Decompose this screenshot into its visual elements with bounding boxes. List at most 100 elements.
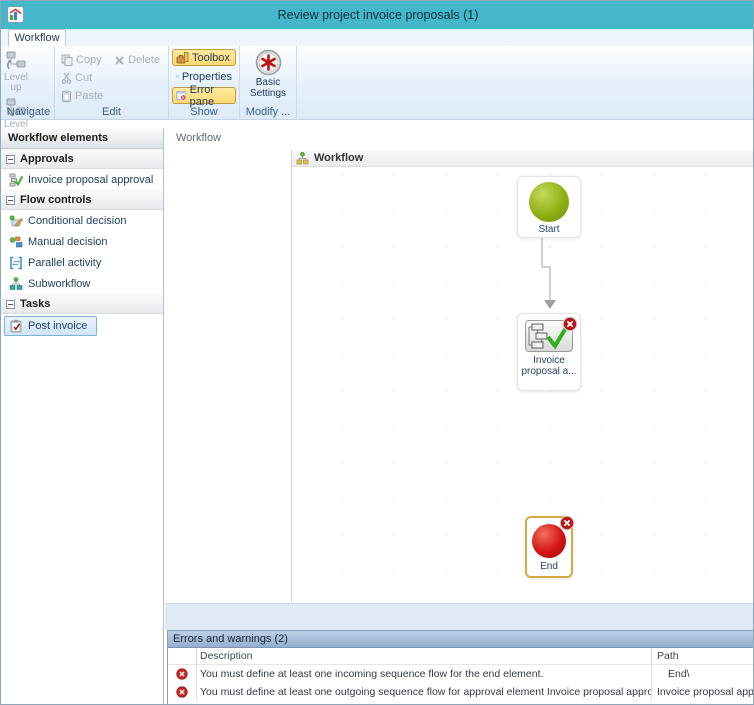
approval-icon xyxy=(9,173,23,187)
error-description: You must define at least one outgoing se… xyxy=(196,683,651,701)
subworkflow-icon xyxy=(9,277,23,291)
item-label: Invoice proposal approval xyxy=(28,174,153,186)
ribbon-tab-row: Workflow xyxy=(1,29,754,46)
error-pane-icon xyxy=(176,89,187,102)
workflow-canvas: Workflow Start xyxy=(291,150,754,602)
sidebar-item-parallel-activity[interactable]: Parallel activity xyxy=(1,252,163,273)
modify-group-label: Modify ... xyxy=(240,106,296,118)
errors-panel-header: Errors and warnings (2) xyxy=(168,631,754,648)
level-up-label: Level up xyxy=(4,73,28,93)
node-invoice-proposal-approval[interactable]: Invoice proposal a... xyxy=(517,313,581,391)
basic-settings-icon xyxy=(255,49,282,76)
error-row[interactable]: You must define at least one incoming se… xyxy=(168,665,754,683)
sidebar-item-subworkflow[interactable]: Subworkflow xyxy=(1,273,163,294)
canvas-body[interactable]: Start Invoice proposal a... xyxy=(292,167,754,601)
toolbox-button[interactable]: Toolbox xyxy=(172,49,236,66)
workflow-editor-window: Review project invoice proposals (1) Wor… xyxy=(0,0,754,705)
workflow-elements-header: Workflow elements xyxy=(1,128,163,149)
conditional-decision-icon xyxy=(9,214,23,228)
collapse-icon[interactable] xyxy=(6,300,15,309)
copy-label: Copy xyxy=(76,54,102,66)
node-end[interactable]: End xyxy=(525,516,573,578)
item-label: Parallel activity xyxy=(28,257,101,269)
description-column-header[interactable]: Description xyxy=(196,648,651,665)
start-label: Start xyxy=(518,224,580,235)
paste-label: Paste xyxy=(75,90,103,102)
window-title: Review project invoice proposals (1) xyxy=(1,1,754,29)
error-path: Invoice proposal appr xyxy=(651,683,754,701)
error-path: End\ xyxy=(651,665,754,683)
show-group-label: Show xyxy=(169,106,239,118)
basic-settings-button[interactable]: Basic Settings xyxy=(240,49,296,99)
section-tasks-label: Tasks xyxy=(20,294,50,314)
errors-table: Description Path You must define at leas… xyxy=(168,648,754,701)
ribbon-group-modify: Basic Settings Modify ... xyxy=(240,46,297,119)
cut-button[interactable]: Cut xyxy=(61,69,92,86)
start-circle xyxy=(529,182,569,222)
sidebar-item-conditional-decision[interactable]: Conditional decision xyxy=(1,210,163,231)
canvas-header: Workflow xyxy=(292,150,754,167)
manual-decision-icon xyxy=(9,235,23,249)
sidebar-item-invoice-proposal-approval[interactable]: Invoice proposal approval xyxy=(1,169,163,190)
ribbon-group-edit: Copy Delete Cut xyxy=(55,46,169,119)
section-tasks[interactable]: Tasks xyxy=(1,294,163,314)
section-approvals[interactable]: Approvals xyxy=(1,149,163,169)
section-flow-controls-label: Flow controls xyxy=(20,190,92,210)
item-label: Post invoice xyxy=(28,320,87,332)
error-row[interactable]: You must define at least one outgoing se… xyxy=(168,683,754,701)
section-flow-controls[interactable]: Flow controls xyxy=(1,190,163,210)
collapse-icon[interactable] xyxy=(6,155,15,164)
section-approvals-label: Approvals xyxy=(20,149,74,169)
workflow-elements-panel: Workflow elements Approvals Invoice prop… xyxy=(1,128,164,705)
error-pane-label: Error pane xyxy=(190,84,232,108)
cut-label: Cut xyxy=(75,72,92,84)
parallel-activity-icon xyxy=(9,256,23,270)
errors-table-header-row: Description Path xyxy=(168,648,754,665)
error-icon xyxy=(176,668,188,680)
collapse-icon[interactable] xyxy=(6,196,15,205)
copy-icon xyxy=(61,54,73,66)
paste-button[interactable]: Paste xyxy=(61,87,103,104)
delete-button[interactable]: Delete xyxy=(114,52,160,69)
basic-settings-label: Basic Settings xyxy=(240,77,296,99)
ribbon-group-show: Toolbox Properties Error pane xyxy=(169,46,240,119)
level-up-icon xyxy=(5,49,27,71)
sidebar-item-manual-decision[interactable]: Manual decision xyxy=(1,231,163,252)
sidebar-item-post-invoice[interactable]: Post invoice xyxy=(4,316,163,336)
title-bar: Review project invoice proposals (1) xyxy=(1,1,754,29)
splitter-strip[interactable] xyxy=(165,603,754,630)
post-invoice-icon xyxy=(9,319,23,333)
delete-label: Delete xyxy=(128,54,160,66)
paste-icon xyxy=(61,90,72,102)
breadcrumb: Workflow xyxy=(176,132,221,144)
error-pane-button[interactable]: Error pane xyxy=(172,87,236,104)
approval-node-label: Invoice proposal a... xyxy=(518,355,580,377)
node-start[interactable]: Start xyxy=(517,176,581,238)
item-label: Subworkflow xyxy=(28,278,90,290)
cut-icon xyxy=(61,72,72,84)
ribbon: Level up Level down Navigate xyxy=(1,46,754,120)
toolbox-icon xyxy=(176,51,189,64)
error-icon xyxy=(176,686,188,698)
errors-and-warnings-panel: Errors and warnings (2) Description Path… xyxy=(167,630,754,705)
path-column-header[interactable]: Path xyxy=(651,648,754,665)
edit-group-label: Edit xyxy=(55,106,168,118)
error-badge-icon xyxy=(562,316,578,332)
workflow-hierarchy-icon xyxy=(296,152,309,165)
level-up-button[interactable]: Level up xyxy=(4,49,28,93)
ribbon-group-navigate: Level up Level down Navigate xyxy=(3,46,55,119)
item-label: Manual decision xyxy=(28,236,108,248)
toolbox-label: Toolbox xyxy=(192,52,230,64)
canvas-header-label: Workflow xyxy=(314,152,363,164)
properties-icon xyxy=(176,70,179,83)
navigate-group-label: Navigate xyxy=(3,106,54,118)
end-label: End xyxy=(527,561,571,572)
properties-button[interactable]: Properties xyxy=(172,68,236,85)
icon-column-header[interactable] xyxy=(168,648,196,665)
item-label: Conditional decision xyxy=(28,215,126,227)
error-description: You must define at least one incoming se… xyxy=(196,665,651,683)
tab-workflow[interactable]: Workflow xyxy=(8,29,66,46)
properties-label: Properties xyxy=(182,71,232,83)
copy-button[interactable]: Copy xyxy=(61,51,102,68)
error-badge-icon xyxy=(559,515,575,531)
